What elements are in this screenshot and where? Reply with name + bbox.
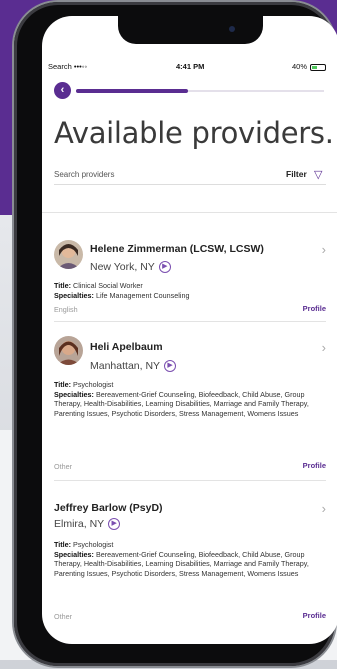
status-battery-text: 40% xyxy=(292,62,308,71)
title-label: Title: xyxy=(54,540,72,549)
profile-link[interactable]: Profile xyxy=(303,461,326,470)
provider-location: New York, NY ▶ xyxy=(90,261,171,274)
arrow-circle-icon: ▶ xyxy=(108,518,121,531)
chevron-left-icon: ‹ xyxy=(60,84,65,96)
page-title: Available providers. xyxy=(54,116,334,150)
arrow-circle-icon: ▶ xyxy=(164,360,177,373)
back-button[interactable]: ‹ xyxy=(54,82,71,99)
provider-location: Manhattan, NY ▶ xyxy=(90,360,177,373)
provider-language: English xyxy=(54,305,78,314)
arrow-circle-icon: ▶ xyxy=(158,261,171,274)
card-divider xyxy=(54,480,326,481)
status-carrier: Search •••◦◦ xyxy=(48,62,88,71)
provider-details: Title: Clinical Social Worker Specialtie… xyxy=(54,281,326,300)
location-text: Manhattan, NY xyxy=(90,360,161,372)
title-label: Title: xyxy=(54,380,72,389)
chevron-right-icon[interactable]: › xyxy=(322,242,326,257)
phone-frame: Search •••◦◦ 4:41 PM 40% ‹ Available pro… xyxy=(14,2,337,666)
provider-language: Other xyxy=(54,612,72,621)
card-divider xyxy=(54,321,326,322)
profile-link[interactable]: Profile xyxy=(303,611,326,620)
provider-name[interactable]: Jeffrey Barlow (PsyD) xyxy=(54,502,163,514)
provider-card[interactable]: Jeffrey Barlow (PsyD) Elmira, NY ▶ › Titl… xyxy=(54,498,326,628)
battery-icon xyxy=(310,64,326,71)
camera-dot xyxy=(229,26,235,32)
location-text: New York, NY xyxy=(90,261,155,273)
provider-title: Clinical Social Worker xyxy=(73,281,143,290)
specialties-label: Specialties: xyxy=(54,549,94,559)
progress-fill xyxy=(76,89,188,93)
funnel-icon[interactable]: ▽ xyxy=(314,168,322,181)
provider-language: Other xyxy=(54,462,72,471)
list-divider xyxy=(42,212,337,213)
phone-notch xyxy=(118,16,263,44)
status-bar: Search •••◦◦ 4:41 PM 40% xyxy=(42,62,337,76)
provider-name[interactable]: Helene Zimmerman (LCSW, LCSW) xyxy=(90,243,264,255)
provider-specialties: Life Management Counseling xyxy=(95,290,190,300)
provider-title: Psychologist xyxy=(73,380,114,389)
title-label: Title: xyxy=(54,281,72,290)
chevron-right-icon[interactable]: › xyxy=(322,501,326,516)
filter-button[interactable]: Filter xyxy=(286,169,307,179)
profile-link[interactable]: Profile xyxy=(303,304,326,313)
provider-details: Title: Psychologist Specialties: Bereave… xyxy=(54,540,326,578)
search-underline xyxy=(54,184,326,185)
progress-bar xyxy=(76,89,324,93)
provider-name[interactable]: Heli Apelbaum xyxy=(90,341,163,353)
provider-card[interactable]: Helene Zimmerman (LCSW, LCSW) New York, … xyxy=(54,240,326,316)
specialties-label: Specialties: xyxy=(54,389,94,399)
provider-details: Title: Psychologist Specialties: Bereave… xyxy=(54,380,326,418)
phone-screen: Search •••◦◦ 4:41 PM 40% ‹ Available pro… xyxy=(42,16,337,644)
provider-title: Psychologist xyxy=(73,540,114,549)
provider-location: Elmira, NY ▶ xyxy=(54,518,121,531)
avatar xyxy=(54,336,83,365)
avatar xyxy=(54,240,83,269)
chevron-right-icon[interactable]: › xyxy=(322,340,326,355)
search-input[interactable]: Search providers xyxy=(54,170,114,179)
location-text: Elmira, NY xyxy=(54,518,105,530)
status-time: 4:41 PM xyxy=(176,62,205,71)
battery-level xyxy=(312,66,317,69)
specialties-label: Specialties: xyxy=(54,290,94,300)
provider-card[interactable]: Heli Apelbaum Manhattan, NY ▶ › Title: Ps… xyxy=(54,336,326,471)
